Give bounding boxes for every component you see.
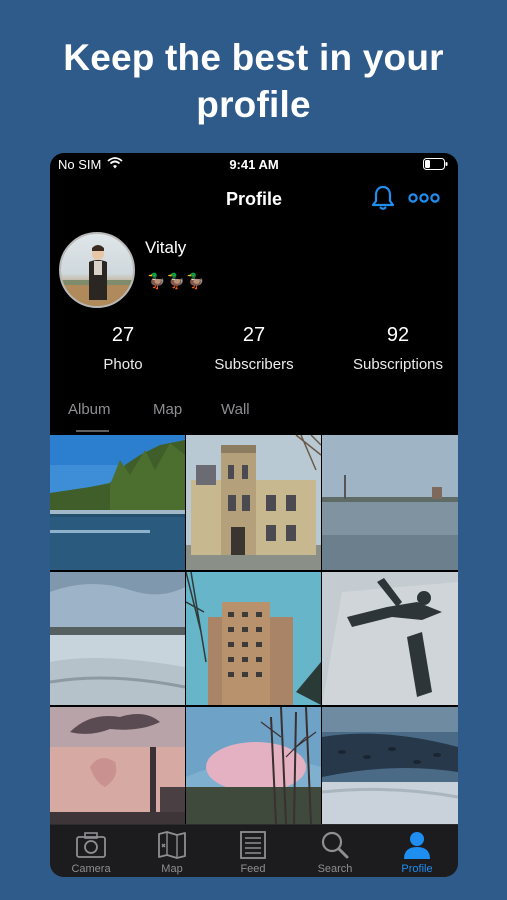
username: Vitaly — [145, 238, 187, 257]
photo-thumbnail[interactable] — [186, 435, 321, 570]
profile-tabs: Album Map Wall — [50, 395, 458, 435]
photo-thumbnail[interactable] — [50, 572, 185, 705]
more-icon[interactable] — [408, 191, 440, 205]
stat-label: Subscriptions — [352, 356, 444, 373]
status-bar: No SIM 9:41 AM — [50, 153, 458, 175]
avatar[interactable] — [59, 232, 135, 308]
tabbar-item-profile[interactable]: Profile — [376, 825, 458, 877]
photo-thumbnail[interactable] — [186, 572, 321, 705]
stat-value: 27 — [111, 324, 135, 346]
status-time: 9:41 AM — [229, 157, 279, 172]
stat-label: Photo — [103, 356, 143, 373]
stat-subscriptions[interactable]: 92 Subscriptions — [330, 323, 458, 374]
search-icon — [321, 831, 349, 859]
photo-thumbnail[interactable] — [322, 707, 458, 824]
tabbar-item-map[interactable]: Map — [131, 825, 213, 877]
bell-icon[interactable] — [369, 184, 397, 212]
camera-icon — [76, 832, 106, 858]
profile-header: Vitaly 🦆🦆🦆 27 Photo 27 Subscribers 92 Su… — [50, 223, 458, 435]
map-icon — [158, 831, 186, 859]
stat-label: Subscribers — [214, 356, 294, 373]
stat-photo[interactable]: 27 Photo — [55, 323, 191, 374]
tabbar-label: Search — [317, 863, 353, 875]
tab-wall[interactable]: Wall — [221, 401, 250, 418]
bottom-tab-bar: Camera Map Feed Search Profile — [50, 824, 458, 877]
photo-thumbnail[interactable] — [322, 572, 458, 705]
battery-icon — [423, 158, 448, 170]
tabbar-item-feed[interactable]: Feed — [212, 825, 294, 877]
tabbar-label: Profile — [401, 863, 433, 875]
photo-thumbnail[interactable] — [322, 435, 458, 570]
stat-subscribers[interactable]: 27 Subscribers — [186, 323, 322, 374]
tabbar-label: Feed — [240, 863, 266, 875]
headline-line-2: profile — [196, 84, 311, 125]
person-icon — [404, 832, 430, 859]
photo-thumbnail[interactable] — [50, 435, 185, 570]
photo-thumbnail[interactable] — [50, 707, 185, 824]
tabbar-item-camera[interactable]: Camera — [50, 825, 132, 877]
nav-bar: Profile — [50, 175, 458, 223]
stat-value: 92 — [386, 324, 410, 346]
photo-thumbnail[interactable] — [186, 707, 321, 824]
phone-screen: No SIM 9:41 AM Profile Vitaly 🦆🦆🦆 27 Pho… — [50, 153, 458, 877]
achievement-badges: 🦆🦆🦆 — [147, 273, 207, 290]
tab-selected-indicator — [76, 430, 109, 432]
tab-album[interactable]: Album — [68, 401, 111, 418]
promo-headline: Keep the best in your profile — [0, 34, 507, 128]
tab-map[interactable]: Map — [153, 401, 182, 418]
stat-value: 27 — [242, 324, 266, 346]
photo-grid — [50, 435, 458, 824]
feed-icon — [240, 831, 266, 859]
tabbar-label: Map — [161, 863, 183, 875]
headline-line-1: Keep the best in your — [63, 37, 444, 78]
tabbar-label: Camera — [71, 863, 111, 875]
tabbar-item-search[interactable]: Search — [294, 825, 376, 877]
